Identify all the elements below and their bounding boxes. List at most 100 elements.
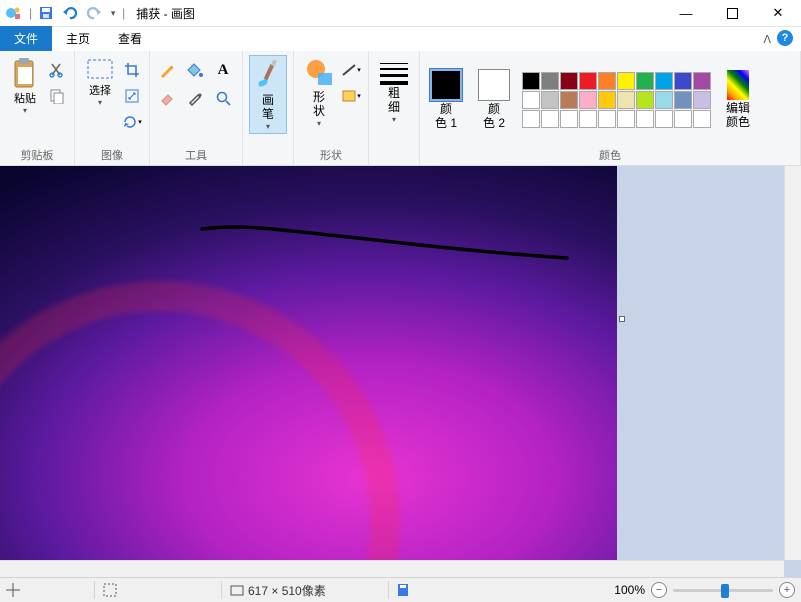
eraser-tool[interactable]	[156, 87, 178, 109]
paste-button[interactable]: 粘贴 ▾	[6, 55, 44, 117]
scrollbar-vertical[interactable]	[784, 166, 801, 560]
color-swatch[interactable]	[636, 72, 654, 90]
group-brush: 画笔 ▾	[243, 51, 294, 165]
group-clipboard: 粘贴 ▾ 剪贴板	[0, 51, 75, 165]
color-swatch[interactable]	[579, 110, 597, 128]
color-swatch[interactable]	[579, 91, 597, 109]
color-swatch[interactable]	[693, 72, 711, 90]
edit-colors-icon	[727, 70, 749, 100]
color-swatch[interactable]	[598, 72, 616, 90]
tab-view[interactable]: 查看	[104, 26, 156, 51]
status-bar: 617 × 510像素 100% − +	[0, 577, 801, 602]
zoom-percentage: 100%	[614, 583, 645, 597]
shapes-gallery-button[interactable]: 形状 ▾	[300, 55, 338, 130]
color-1-button[interactable]: 颜色 1	[426, 67, 466, 133]
tab-home[interactable]: 主页	[52, 26, 104, 51]
rotate-button[interactable]: ▾	[121, 111, 143, 133]
color-swatch[interactable]	[674, 91, 692, 109]
resize-button[interactable]	[121, 85, 143, 107]
color-swatch[interactable]	[541, 72, 559, 90]
color-swatch[interactable]	[617, 91, 635, 109]
magnifier-tool[interactable]	[212, 87, 234, 109]
color-swatch[interactable]	[598, 91, 616, 109]
color-2-swatch	[478, 69, 510, 101]
pencil-tool[interactable]	[156, 59, 178, 81]
color-swatch[interactable]	[693, 110, 711, 128]
text-tool[interactable]: A	[212, 59, 234, 81]
color-swatch[interactable]	[541, 91, 559, 109]
select-icon	[85, 57, 115, 83]
color-swatch[interactable]	[560, 110, 578, 128]
undo-button[interactable]	[59, 2, 81, 24]
copy-button[interactable]	[46, 85, 68, 107]
color-2-button[interactable]: 颜色 2	[474, 67, 514, 133]
minimize-button[interactable]: —	[663, 0, 709, 27]
redo-button[interactable]	[83, 2, 105, 24]
color-swatch[interactable]	[655, 72, 673, 90]
size-button[interactable]: 粗细 ▾	[375, 55, 413, 126]
shapes-icon	[304, 57, 334, 89]
zoom-in-button[interactable]: +	[779, 582, 795, 598]
color-swatch[interactable]	[636, 91, 654, 109]
color-swatch[interactable]	[541, 110, 559, 128]
chevron-down-icon: ▾	[392, 115, 396, 124]
color-swatch[interactable]	[617, 110, 635, 128]
color-swatch[interactable]	[617, 72, 635, 90]
color-swatch[interactable]	[579, 72, 597, 90]
shape-fill-button[interactable]: ▾	[340, 85, 362, 107]
group-tools: A 工具	[150, 51, 243, 165]
qat-customize-button[interactable]: ▾	[107, 2, 119, 24]
zoom-slider-thumb[interactable]	[721, 584, 729, 598]
group-label: 图像	[81, 147, 143, 163]
cut-button[interactable]	[46, 59, 68, 81]
ribbon-tabs: 文件 主页 查看 ᐱ ?	[0, 27, 801, 51]
selection-icon	[103, 583, 117, 597]
canvas-size-icon	[230, 583, 244, 597]
color-swatch[interactable]	[598, 110, 616, 128]
select-button[interactable]: 选择 ▾	[81, 55, 119, 109]
close-button[interactable]: ✕	[755, 0, 801, 27]
crop-button[interactable]	[121, 59, 143, 81]
separator: |	[29, 6, 32, 20]
fill-tool[interactable]	[184, 59, 206, 81]
color-swatch[interactable]	[522, 72, 540, 90]
chevron-down-icon: ▾	[317, 119, 321, 128]
color-palette[interactable]	[522, 72, 711, 128]
save-button[interactable]	[35, 2, 57, 24]
disk-icon	[397, 583, 409, 597]
quick-access-toolbar: ▾	[35, 2, 119, 24]
color-swatch[interactable]	[655, 91, 673, 109]
color-swatch[interactable]	[636, 110, 654, 128]
brush-icon	[253, 58, 283, 92]
color-picker-tool[interactable]	[184, 87, 206, 109]
group-label: 形状	[300, 147, 362, 163]
scrollbar-horizontal[interactable]	[0, 560, 784, 577]
color-swatch[interactable]	[560, 72, 578, 90]
color-swatch[interactable]	[655, 110, 673, 128]
help-icon[interactable]: ?	[777, 30, 793, 46]
color-swatch[interactable]	[693, 91, 711, 109]
color-swatch[interactable]	[674, 72, 692, 90]
shape-outline-button[interactable]: ▾	[340, 59, 362, 81]
color-swatch[interactable]	[674, 110, 692, 128]
maximize-button[interactable]	[709, 0, 755, 27]
canvas[interactable]	[0, 166, 617, 577]
color-1-swatch	[430, 69, 462, 101]
zoom-out-button[interactable]: −	[651, 582, 667, 598]
separator: |	[122, 6, 125, 20]
chevron-down-icon: ▾	[266, 122, 270, 131]
color-swatch[interactable]	[560, 91, 578, 109]
tab-file[interactable]: 文件	[0, 26, 52, 51]
brushes-button[interactable]: 画笔 ▾	[249, 55, 287, 134]
zoom-slider[interactable]	[673, 589, 773, 592]
color-swatch[interactable]	[522, 91, 540, 109]
zoom-controls: 100% − +	[614, 582, 795, 598]
stroke-size-icon	[380, 57, 408, 85]
collapse-ribbon-icon[interactable]: ᐱ	[763, 33, 771, 46]
title-bar: | ▾ | 捕获 - 画图 — ✕	[0, 0, 801, 27]
resize-handle-right[interactable]	[619, 316, 625, 322]
edit-colors-button[interactable]: 编辑颜色	[719, 68, 757, 132]
group-label: 剪贴板	[6, 147, 68, 163]
color-swatch[interactable]	[522, 110, 540, 128]
window-title: 捕获 - 画图	[136, 5, 195, 22]
